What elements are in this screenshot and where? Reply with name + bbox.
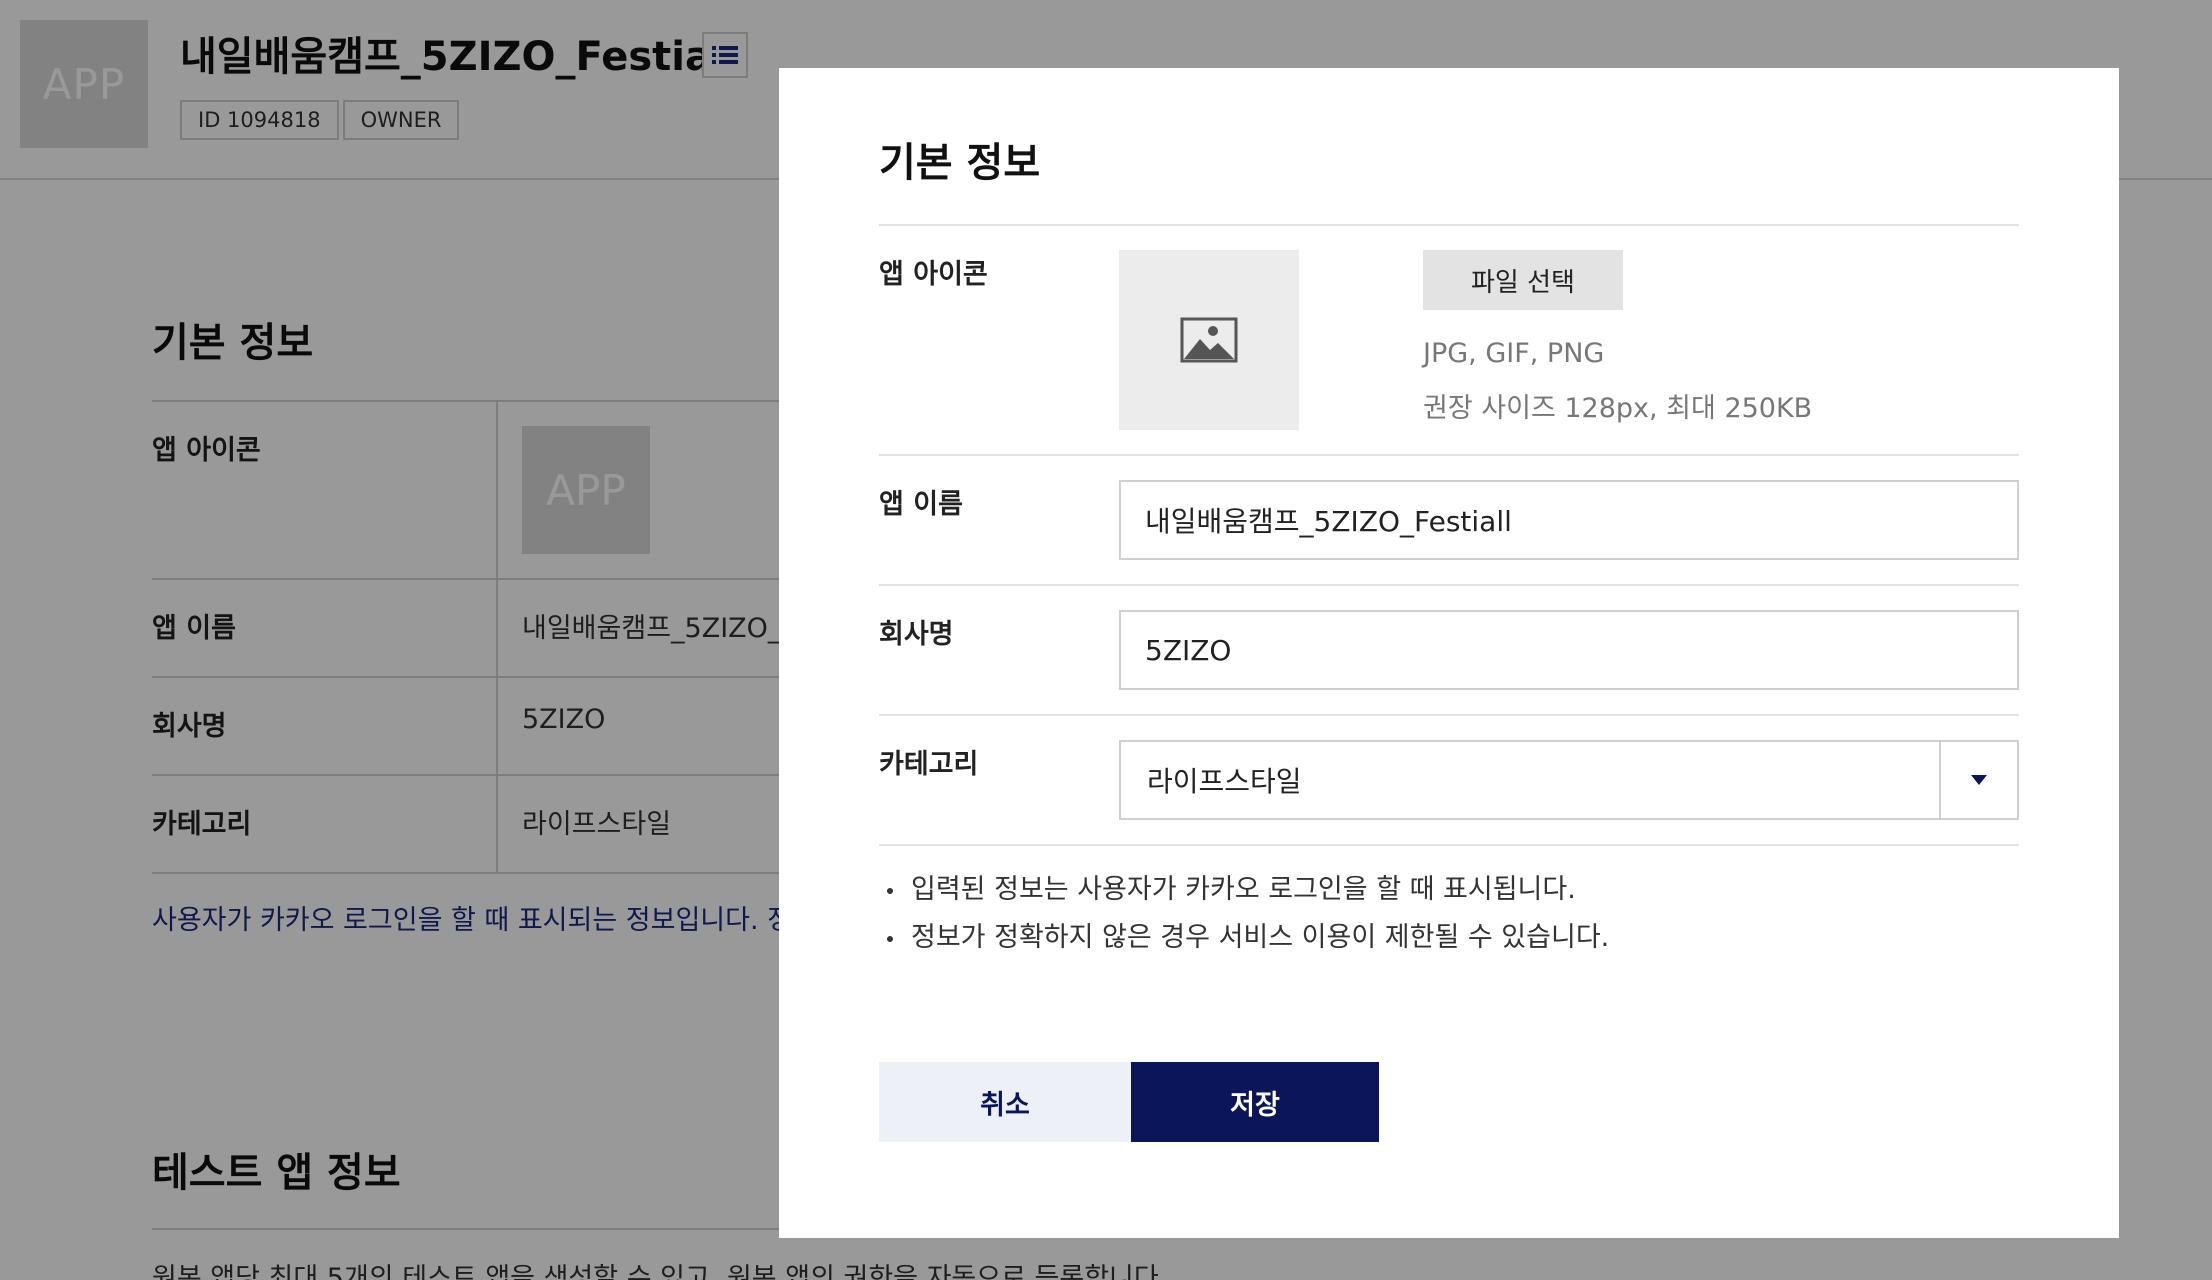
image-icon [1180,317,1238,363]
note-text: 입력된 정보는 사용자가 카카오 로그인을 할 때 표시됩니다. [911,874,1576,905]
form-row-app-name: 앱 이름 [879,456,2019,586]
category-selected-value: 라이프스타일 [1147,765,1302,798]
save-button[interactable]: 저장 [1131,1062,1379,1142]
list-item: 입력된 정보는 사용자가 카카오 로그인을 할 때 표시됩니다. [879,866,1609,914]
file-types-hint: JPG, GIF, PNG [1423,338,1605,369]
edit-basic-info-modal: 기본 정보 앱 아이콘 파일 선택 JPG, GIF, PNG 권장 사이즈 1… [779,68,2119,1238]
company-field-label: 회사명 [879,619,954,650]
file-size-hint: 권장 사이즈 128px, 최대 250KB [1423,393,1813,424]
note-text: 정보가 정확하지 않은 경우 서비스 이용이 제한될 수 있습니다. [911,922,1610,953]
app-icon-placeholder [1119,250,1299,430]
category-field-label: 카테고리 [879,749,979,780]
modal-title: 기본 정보 [879,140,1041,186]
category-dropdown-toggle[interactable] [1939,742,2017,818]
form-row-app-icon: 앱 아이콘 파일 선택 JPG, GIF, PNG 권장 사이즈 128px, … [879,226,2019,456]
modal-actions: 취소 저장 [879,1062,1379,1142]
basic-info-form: 앱 아이콘 파일 선택 JPG, GIF, PNG 권장 사이즈 128px, … [879,224,2019,846]
caret-down-icon [1971,775,1987,785]
app-name-field-label: 앱 이름 [879,489,963,520]
bullet-icon [887,888,893,894]
company-input[interactable] [1119,610,2019,690]
bullet-icon [887,936,893,942]
form-row-company: 회사명 [879,586,2019,716]
form-row-category: 카테고리 라이프스타일 [879,716,2019,846]
modal-notes: 입력된 정보는 사용자가 카카오 로그인을 할 때 표시됩니다. 정보가 정확하… [879,866,1609,962]
app-icon-field-label: 앱 아이콘 [879,259,988,290]
list-item: 정보가 정확하지 않은 경우 서비스 이용이 제한될 수 있습니다. [879,914,1609,962]
category-select[interactable]: 라이프스타일 [1119,740,2019,820]
app-name-input[interactable] [1119,480,2019,560]
cancel-button[interactable]: 취소 [879,1062,1131,1142]
file-select-button[interactable]: 파일 선택 [1423,250,1623,310]
